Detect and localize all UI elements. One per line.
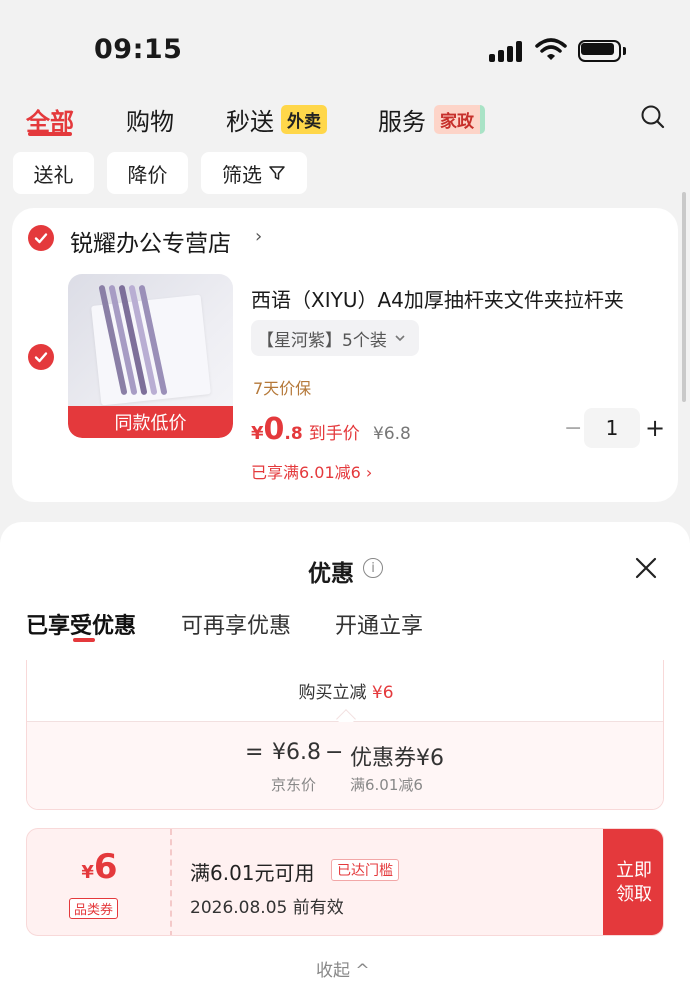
price-decimal: .8 <box>284 424 303 444</box>
tab-active-indicator <box>28 132 72 136</box>
filter-chip-filter[interactable]: 筛选 <box>201 152 307 194</box>
item-select-checkbox[interactable] <box>28 344 54 370</box>
chevron-down-icon <box>395 335 405 342</box>
spec-selector[interactable]: 【星河紫】5个装 <box>251 320 419 356</box>
checkmark-icon <box>34 352 48 363</box>
quantity-input[interactable]: 1 <box>584 408 640 448</box>
funnel-icon <box>269 166 285 180</box>
cellular-signal-icon <box>489 40 525 62</box>
tab-service[interactable]: 服务 <box>378 102 426 137</box>
tab-instant-tag: 外卖 <box>281 105 327 134</box>
coupon-amount: ¥6 <box>27 847 172 887</box>
wifi-icon <box>535 38 567 60</box>
coupon-part-label: 满6.01减6 <box>350 776 423 794</box>
tab-enjoyed-discounts[interactable]: 已享受优惠 <box>26 608 136 640</box>
filter-chip-price-drop-label: 降价 <box>127 162 168 187</box>
search-icon[interactable] <box>640 104 666 130</box>
collapse-button[interactable]: 收起 ^ <box>316 956 370 981</box>
tab-service-tag: 家政 <box>434 105 485 134</box>
category-tabs: 全部 购物 秒送 外卖 服务 家政 <box>0 96 690 144</box>
original-price: ¥6.8 <box>373 424 411 444</box>
close-icon[interactable] <box>634 556 658 580</box>
jd-price-label: 京东价 <box>271 776 317 794</box>
coupon-value-section: ¥6 品类券 <box>27 829 172 935</box>
chevron-right-icon[interactable]: › <box>255 226 262 247</box>
coupon-part-value: 优惠券¥6 <box>350 746 444 771</box>
tab-instant[interactable]: 秒送 <box>226 102 274 137</box>
sheet-title: 优惠 <box>308 561 354 587</box>
coupon-expiry: 2026.08.05 前有效 <box>190 898 344 918</box>
shop-name[interactable]: 锐耀办公专营店 <box>70 224 231 258</box>
filter-chip-gift[interactable]: 送礼 <box>13 152 94 194</box>
coupon-card: ¥6 品类券 满6.01元可用 已达门槛 2026.08.05 前有效 立即领取 <box>26 828 664 936</box>
jd-price-value: ¥6.8 <box>272 740 321 765</box>
quantity-increase-button[interactable]: + <box>645 414 665 442</box>
scrollbar[interactable] <box>682 192 686 402</box>
checkmark-icon <box>34 233 48 244</box>
tab-more-discounts[interactable]: 可再享优惠 <box>181 608 291 640</box>
spec-label: 【星河紫】5个装 <box>257 330 387 351</box>
coupon-currency: ¥ <box>81 862 94 883</box>
price-protection-label: 7天价保 <box>253 379 312 398</box>
coupon-condition: 满6.01元可用 <box>190 861 315 885</box>
coupon-value: 6 <box>93 847 118 887</box>
tab-shopping[interactable]: 购物 <box>126 102 174 137</box>
coupon-type-badge: 品类券 <box>69 898 119 919</box>
promo-applied-link[interactable]: 已享满6.01减6 › <box>251 459 372 483</box>
battery-icon <box>578 40 626 62</box>
subtab-active-indicator <box>73 638 95 642</box>
claim-coupon-button[interactable]: 立即领取 <box>603 829 663 935</box>
threshold-met-badge: 已达门槛 <box>331 859 399 881</box>
quantity-decrease-button[interactable]: − <box>564 416 582 441</box>
info-icon[interactable]: i <box>363 558 383 578</box>
filter-chip-filter-label: 筛选 <box>222 162 262 187</box>
cart-shop-card: 锐耀办公专营店 › 同款低价 西语（XIYU）A4加厚抽杆夹文件夹拉杆夹 【星河… <box>12 208 678 502</box>
price-label: 到手价 <box>308 424 360 444</box>
price-integer: 0 <box>263 412 285 447</box>
final-price: ¥0.8 到手价 <box>251 412 360 447</box>
price-breakdown: 购买立减 ¥6 = ¥6.8 − 优惠券¥6 京东价 满6.01减6 <box>26 660 664 810</box>
instant-reduction-line: 购买立减 ¥6 <box>27 678 663 703</box>
instant-reduction-label: 购买立减 <box>298 683 367 703</box>
instant-reduction-amount: ¥6 <box>371 683 394 703</box>
product-image[interactable]: 同款低价 <box>68 274 233 438</box>
filter-chip-gift-label: 送礼 <box>33 162 74 187</box>
same-item-low-price-badge: 同款低价 <box>68 406 233 438</box>
status-time: 09:15 <box>94 34 183 65</box>
minus-sign: − <box>325 740 344 765</box>
status-bar: 09:15 <box>0 0 690 96</box>
filter-chip-price-drop[interactable]: 降价 <box>107 152 188 194</box>
equals-sign: = <box>245 740 264 765</box>
price-equation: = ¥6.8 − 优惠券¥6 京东价 满6.01减6 <box>27 722 663 809</box>
product-title[interactable]: 西语（XIYU）A4加厚抽杆夹文件夹拉杆夹 <box>251 284 624 313</box>
price-symbol: ¥ <box>251 423 264 444</box>
tab-activate-discounts[interactable]: 开通立享 <box>335 608 423 640</box>
shop-select-checkbox[interactable] <box>28 225 54 251</box>
discount-bottom-sheet: 优惠 i 已享受优惠 可再享优惠 开通立享 购买立减 ¥6 = ¥6.8 − 优… <box>0 522 690 1002</box>
